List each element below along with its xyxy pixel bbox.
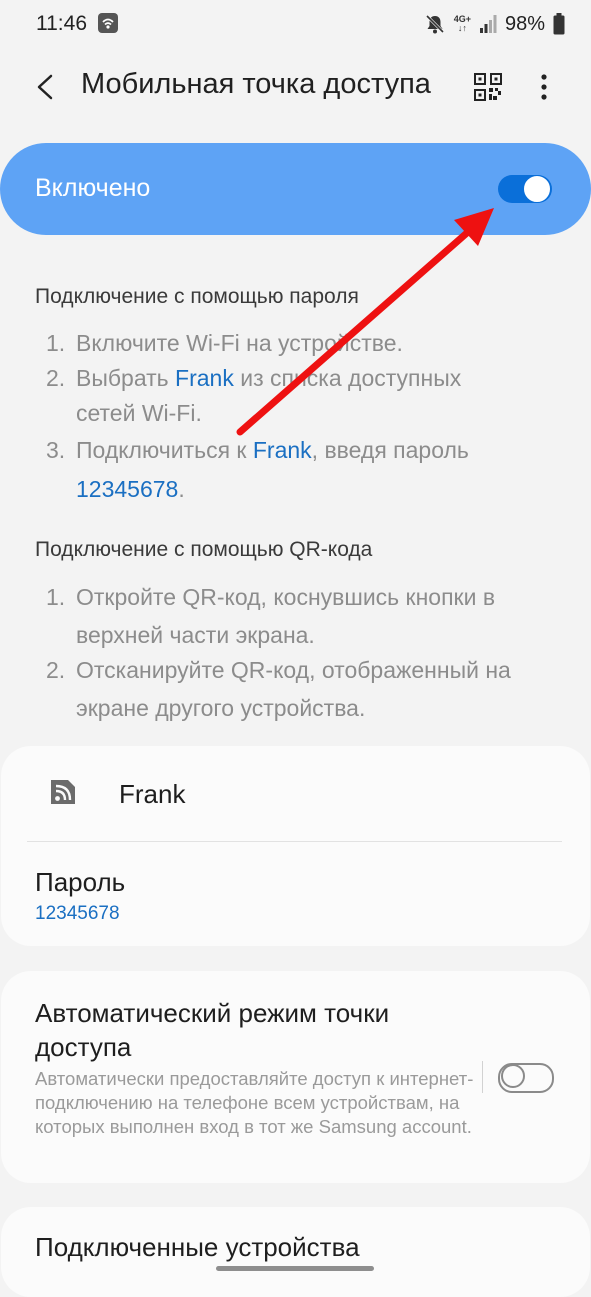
status-bar: 11:46 4G+ ↓↑ 98% [0, 0, 591, 50]
auto-hotspot-description: Автоматически предоставляйте доступ к ин… [35, 1068, 474, 1137]
connected-devices-title: Подключенные устройства [35, 1232, 360, 1262]
ssid-link: Frank [175, 365, 234, 391]
auto-hotspot-toggle[interactable] [498, 1062, 554, 1093]
auto-hotspot-card[interactable]: Автоматический режим точки доступа Автом… [1, 971, 590, 1183]
mute-icon [425, 14, 444, 34]
network-card: Frank Пароль 12345678 [1, 746, 590, 946]
password-label[interactable]: Пароль [35, 867, 125, 898]
hotspot-toggle[interactable] [498, 174, 554, 204]
status-time: 11:46 [36, 12, 87, 35]
network-name[interactable]: Frank [119, 779, 185, 810]
ssid-link: Frank [252, 437, 312, 463]
master-switch-label: Включено [35, 174, 151, 202]
password-link: 12345678 [76, 476, 179, 502]
back-arrow-icon[interactable] [30, 71, 62, 103]
auto-hotspot-title: Автоматический режим точки доступа [35, 998, 390, 1062]
hotspot-network-icon [51, 780, 75, 804]
connected-devices-card[interactable]: Подключенные устройства [1, 1207, 590, 1297]
password-value: 12345678 [35, 903, 120, 924]
hotspot-notification-icon [98, 13, 118, 33]
password-section-heading: Подключение с помощью пароля [35, 285, 359, 308]
signal-icon [479, 15, 497, 33]
more-options-icon[interactable] [532, 70, 556, 104]
toggle-knob [501, 1064, 525, 1088]
toggle-knob [523, 175, 551, 203]
vertical-divider [482, 1061, 483, 1093]
page-title: Мобильная точка доступа [81, 68, 431, 100]
battery-icon [553, 13, 565, 35]
gesture-nav-bar[interactable] [216, 1266, 374, 1271]
app-bar: Мобильная точка доступа [0, 54, 591, 120]
battery-percent: 98% [504, 12, 545, 35]
network-type-icon: 4G+ ↓↑ [453, 14, 471, 33]
qr-code-icon[interactable] [474, 73, 502, 101]
qr-section-heading: Подключение с помощью QR-кода [35, 538, 373, 561]
divider [27, 841, 562, 842]
hotspot-master-switch[interactable]: Включено [0, 143, 591, 235]
